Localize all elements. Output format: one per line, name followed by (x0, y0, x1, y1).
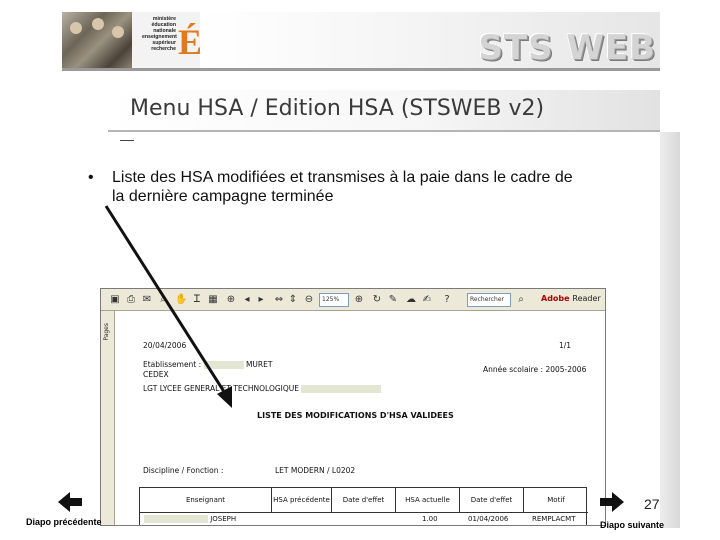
pages-tab: Pages (103, 323, 110, 341)
column-header: Date d'effet (460, 488, 524, 512)
ministry-logo: ministère éducation nationale enseigneme… (132, 12, 204, 68)
pdf-document-page: 20/04/2006 1/1 Etablissement : MURET CED… (115, 311, 605, 525)
select-text-icon: Ꮖ (193, 294, 201, 305)
table-cell-date-effet: 01/04/2006 (468, 515, 509, 523)
fit-page-icon: ⇔ (274, 294, 284, 305)
help-icon: ? (444, 294, 450, 305)
pdf-viewer-screenshot: ▣ ⎙ ✉ ⌕ ✋ Ꮖ ▦ ⊕ ◂ ▸ ⇔ ⇕ ⊖ 125% ⊕ ↻ ✎ ☁ ✍… (100, 288, 606, 526)
doc-etablissement: Etablissement : MURET (143, 360, 273, 369)
column-header: Enseignant (140, 488, 272, 512)
doc-discipline-value: LET MODERN / L0202 (275, 466, 356, 475)
adobe-reader-brand: Adobe Reader (541, 294, 601, 303)
doc-date: 20/04/2006 (143, 341, 187, 350)
page-number: 27 (644, 496, 660, 512)
logo-bar: STS WEB (200, 12, 660, 68)
stsweb-logo: STS WEB (478, 28, 656, 68)
prev-slide-arrow-icon[interactable] (58, 492, 82, 512)
zoom-in-icon: ⊕ (354, 294, 364, 305)
title-divider (108, 130, 660, 132)
doc-city: CEDEX (143, 370, 169, 379)
right-decor-strip (660, 132, 680, 528)
zoom-icon: ⊕ (226, 294, 236, 305)
ministry-logo-lines: ministère éducation nationale enseigneme… (142, 16, 177, 52)
zoom-box: 125% (319, 293, 349, 307)
students-photo (62, 12, 132, 68)
doc-discipline-label: Discipline / Fonction : (143, 466, 224, 475)
title-dash (120, 140, 134, 141)
table-cell-enseignant: JOSEPH (144, 515, 236, 523)
pdf-toolbar: ▣ ⎙ ✉ ⌕ ✋ Ꮖ ▦ ⊕ ◂ ▸ ⇔ ⇕ ⊖ 125% ⊕ ↻ ✎ ☁ ✍… (101, 289, 605, 311)
column-header: HSA précédente (272, 488, 332, 512)
doc-lycee: LGT LYCEE GENERAL ET TECHNOLOGIQUE (143, 384, 382, 393)
doc-annee: Année scolaire : 2005-2006 (483, 365, 587, 374)
save-icon: ▣ (110, 294, 120, 305)
rotate-icon: ↻ (372, 294, 382, 305)
fit-width-icon: ⇕ (288, 294, 298, 305)
tools-icon: ✎ (388, 294, 398, 305)
sign-icon: ✍ (422, 294, 432, 305)
find-icon: ⌕ (518, 294, 524, 305)
bullet-dot-icon: • (88, 169, 94, 186)
next-slide-arrow-icon[interactable] (600, 492, 624, 512)
prev-slide-link[interactable]: Diapo précédente (26, 517, 102, 527)
search-icon: ⌕ (160, 294, 166, 305)
comment-icon: ☁ (406, 294, 416, 305)
doc-title: LISTE DES MODIFICATIONS D'HSA VALIDEES (257, 411, 454, 420)
header-banner: ministère éducation nationale enseigneme… (0, 0, 720, 72)
column-header: HSA actuelle (396, 488, 460, 512)
next-page-icon: ▸ (258, 294, 264, 305)
ministry-logo-letter: É (178, 22, 203, 62)
print-icon: ⎙ (127, 294, 135, 305)
table-cell-motif: REMPLACMT (532, 515, 576, 523)
pdf-side-panel: Pages (101, 311, 115, 525)
prev-page-icon: ◂ (244, 294, 250, 305)
email-icon: ✉ (142, 294, 152, 305)
next-slide-link[interactable]: Diapo suivante (600, 520, 664, 530)
header-divider (62, 68, 660, 71)
zoom-out-icon: ⊖ (304, 294, 314, 305)
doc-page: 1/1 (559, 341, 572, 350)
search-box: Rechercher (467, 293, 511, 307)
table-row-divider (140, 512, 588, 513)
table-cell-hsa-actuelle: 1.00 (422, 515, 438, 523)
column-header: Date d'effet (332, 488, 396, 512)
hsa-table: Enseignant HSA précédente Date d'effet H… (139, 487, 588, 525)
snapshot-icon: ▦ (208, 294, 218, 305)
hand-tool-icon: ✋ (175, 294, 188, 305)
slide-title: Menu HSA / Edition HSA (STSWEB v2) (130, 96, 545, 121)
column-header: Motif (547, 496, 565, 504)
bullet-text: Liste des HSA modifiées et transmises à … (112, 169, 573, 205)
